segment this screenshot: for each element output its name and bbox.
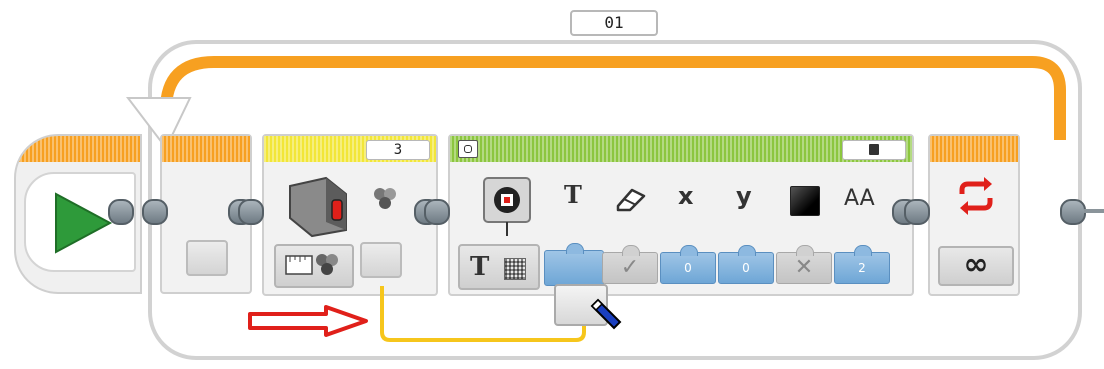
loop-index-port[interactable] (186, 240, 228, 276)
annotation-arrow (248, 305, 368, 337)
display-settings-icon[interactable] (458, 140, 478, 158)
color-sensor-icon (289, 176, 347, 238)
loop-start-header (162, 136, 250, 162)
loop-name-value: 01 (604, 13, 624, 32)
play-icon (55, 192, 113, 254)
clear-screen-toggle[interactable]: ✓ (602, 245, 658, 284)
color-mode-icon (374, 188, 396, 209)
display-brick-port[interactable] (842, 140, 906, 160)
y-value: 0 (742, 261, 750, 275)
y-param-icon: y (736, 182, 752, 210)
eraser-icon (616, 188, 646, 212)
x-value-field[interactable]: 0 (660, 245, 716, 284)
sensor-input-plug (238, 199, 264, 225)
sensor-mode-selector[interactable] (274, 244, 354, 288)
brick-icon (869, 144, 879, 155)
loop-exit-wire (1084, 209, 1104, 213)
loop-end-block[interactable]: ∞ (928, 134, 1020, 296)
display-icon (483, 177, 531, 236)
sensor-port-selector[interactable]: 3 (366, 140, 430, 160)
sensor-port-value: 3 (393, 142, 403, 158)
font-value: 2 (858, 261, 866, 275)
font-param-icon: AA (844, 186, 875, 211)
mouse-cursor-icon (590, 298, 622, 330)
infinity-icon: ∞ (963, 247, 989, 282)
y-value-field[interactable]: 0 (718, 245, 774, 284)
loop-repeat-icon (959, 177, 993, 215)
loop-end-header (930, 136, 1018, 162)
start-output-plug (108, 199, 134, 225)
display-input-plug (424, 199, 450, 225)
measure-color-icon (285, 254, 338, 275)
loop-name-field[interactable]: 01 (570, 10, 658, 36)
loop-start-input-plug (142, 199, 168, 225)
loop-exit-plug (1060, 199, 1086, 225)
start-block-header (16, 136, 140, 162)
x-value: 0 (684, 261, 692, 275)
loop-mode-selector[interactable]: ∞ (938, 246, 1014, 286)
x-param-icon: x (678, 182, 694, 210)
font-value-field[interactable]: 2 (834, 245, 890, 284)
text-param-icon: T (564, 180, 582, 209)
color-toggle[interactable]: ✕ (776, 245, 832, 284)
loop-end-input-plug (904, 199, 930, 225)
color-param-icon (790, 186, 820, 216)
